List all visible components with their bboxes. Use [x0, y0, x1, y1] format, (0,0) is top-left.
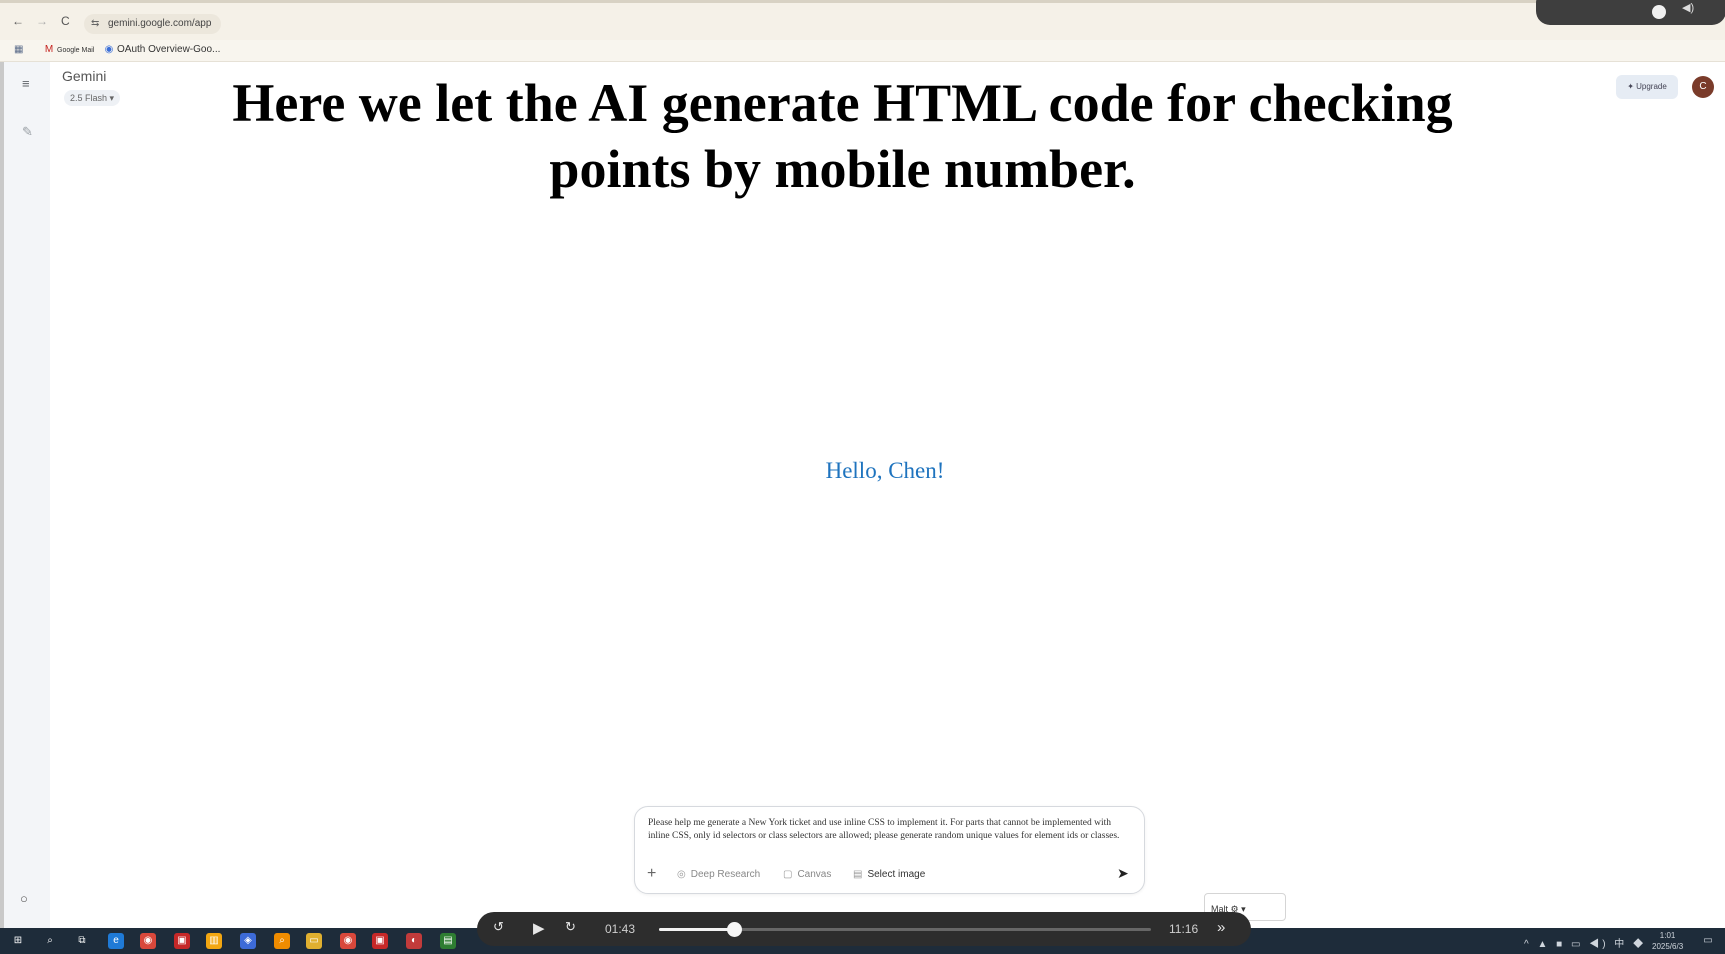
forward-15-icon[interactable]: ↻	[565, 919, 576, 935]
shield-icon: ◉	[104, 44, 114, 55]
screen: { "browser": { "url": "gemini.google.com…	[0, 0, 1725, 954]
clock[interactable]: 1:01 2025/6/3	[1652, 930, 1683, 952]
folder-icon[interactable]: ▭	[306, 933, 322, 949]
gmail-icon: M	[44, 44, 54, 55]
prompt-box[interactable]: Please help me generate a New York ticke…	[634, 806, 1145, 894]
current-time: 01:43	[605, 922, 636, 936]
image-icon: ▤	[853, 869, 863, 880]
search-app-icon[interactable]: ⌕	[274, 933, 290, 949]
side-rail: ≡ ✎	[0, 62, 50, 928]
app-icon[interactable]: ▤	[440, 933, 456, 949]
app-title: Gemini	[62, 68, 107, 84]
notification-icon[interactable]: ▭	[1700, 933, 1716, 949]
forward-icon[interactable]: →	[36, 14, 48, 28]
app-icon[interactable]: ▥	[206, 933, 222, 949]
bookmark-oauth[interactable]: ◉ OAuth Overview-Goo...	[104, 44, 221, 55]
canvas-icon: ▢	[783, 869, 793, 880]
research-icon: ◎	[677, 869, 686, 880]
progress-fill	[659, 928, 735, 931]
system-tray[interactable]: ^ ▲ ■ ▭ ◀) 中 ◆	[1524, 935, 1646, 950]
bookmarks-bar: ▦ M Google Mail ◉ OAuth Overview-Goo...	[0, 40, 1725, 62]
upgrade-button[interactable]: ✦ Upgrade	[1616, 75, 1678, 99]
prompt-input[interactable]: Please help me generate a New York ticke…	[648, 817, 1128, 843]
greeting: Hello, Chen!	[825, 458, 945, 483]
bookmark-gmail[interactable]: M Google Mail	[44, 44, 95, 55]
progress-track[interactable]	[659, 922, 1151, 937]
app-icon[interactable]: ▣	[174, 933, 190, 949]
app-icon[interactable]: ◈	[240, 933, 256, 949]
model-selector[interactable]: 2.5 Flash ▾	[64, 90, 121, 106]
back-icon[interactable]: ←	[12, 14, 24, 28]
menu-icon[interactable]: ≡	[22, 76, 30, 91]
canvas-button[interactable]: ▢ Canvas	[783, 869, 831, 880]
edge-icon[interactable]: e	[108, 933, 124, 949]
speaker-icon: ◀)	[1682, 2, 1695, 14]
browser-toolbar: ← → C ⇆ gemini.google.com/app ◀)	[0, 0, 1725, 40]
video-player: ↺ ▶ ↻ 01:43 11:16 »	[477, 912, 1251, 946]
send-icon[interactable]: ➤	[1117, 865, 1129, 882]
rewind-15-icon[interactable]: ↺	[493, 919, 504, 935]
start-icon[interactable]: ⊞	[10, 933, 26, 949]
reload-icon[interactable]: C	[61, 14, 70, 28]
chevron-down-icon: ▾	[1241, 904, 1246, 914]
total-time: 11:16	[1169, 922, 1199, 936]
caption-line-1: Here we let the AI generate HTML code fo…	[232, 73, 1453, 133]
new-chat-icon[interactable]: ✎	[22, 124, 33, 140]
avatar[interactable]: C	[1692, 76, 1714, 98]
app-icon[interactable]: ▣	[372, 933, 388, 949]
chrome-icon[interactable]: ◉	[140, 933, 156, 949]
add-icon[interactable]: +	[647, 865, 656, 883]
app-icon[interactable]: ◐	[406, 933, 422, 949]
play-icon[interactable]: ▶	[533, 919, 545, 937]
skip-forward-icon[interactable]: »	[1217, 919, 1225, 936]
chrome-icon[interactable]: ◉	[340, 933, 356, 949]
progress-thumb[interactable]	[727, 922, 743, 937]
volume-overlay: ◀)	[1536, 0, 1725, 25]
site-settings-icon[interactable]: ⇆	[91, 14, 99, 34]
caption-line-2: points by mobile number.	[549, 139, 1136, 199]
volume-knob[interactable]	[1652, 5, 1666, 19]
select-image-button[interactable]: ▤ Select image	[853, 869, 925, 880]
search-icon[interactable]: ⌕	[42, 933, 58, 949]
video-caption: Here we let the AI generate HTML code fo…	[150, 70, 1535, 202]
settings-icon[interactable]: ○	[20, 891, 28, 906]
apps-icon[interactable]: ▦	[14, 44, 23, 55]
task-view-icon[interactable]: ⧉	[74, 933, 90, 949]
deep-research-button[interactable]: ◎ Deep Research	[677, 869, 760, 880]
address-bar[interactable]: ⇆ gemini.google.com/app	[84, 14, 222, 34]
url-text: gemini.google.com/app	[108, 18, 212, 29]
